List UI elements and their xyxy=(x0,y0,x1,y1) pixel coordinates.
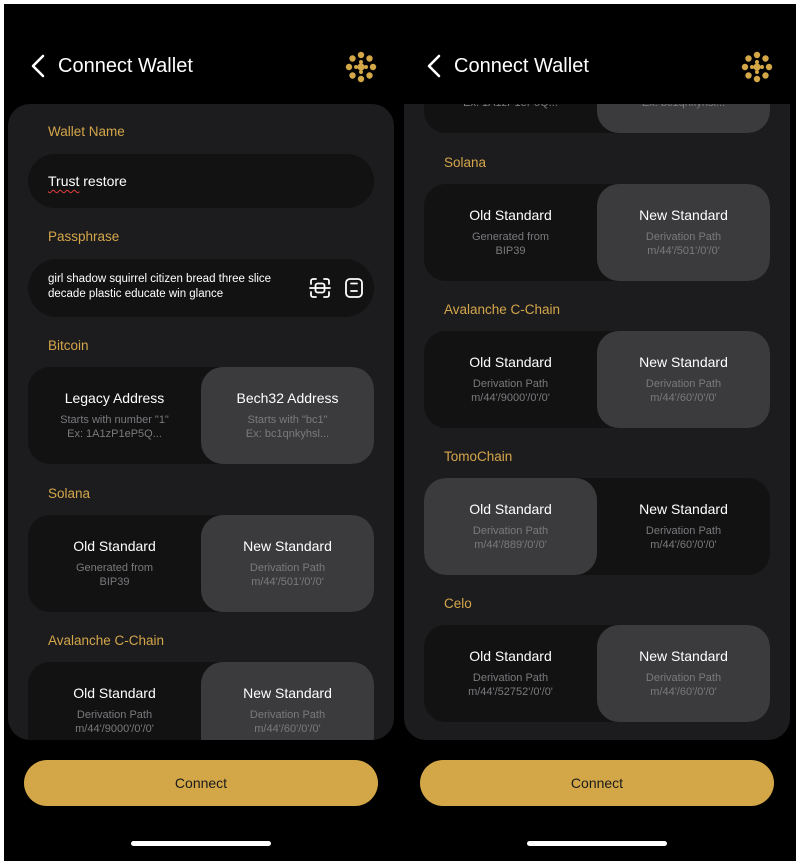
option-title: Old Standard xyxy=(469,648,552,664)
solana-option-new[interactable]: New Standard Derivation Path m/44'/501'/… xyxy=(201,515,374,612)
bitcoin-option-legacy[interactable]: Legacy Address Starts with number "1" Ex… xyxy=(28,367,201,464)
header: Connect Wallet xyxy=(400,48,794,84)
passphrase-label: Passphrase xyxy=(48,229,120,244)
tomochain-label: TomoChain xyxy=(444,449,513,464)
option-desc: Derivation Path m/44'/889'/0'/0' xyxy=(472,525,549,551)
solana-selector: Old Standard Generated from BIP39 New St… xyxy=(424,184,770,281)
screen-left: Connect Wallet Wallet Name Trust restore… xyxy=(4,4,398,861)
option-desc: Derivation Path m/44'/9000'/0'/0' xyxy=(75,709,154,735)
home-indicator[interactable] xyxy=(131,841,271,846)
dots-logo-icon[interactable] xyxy=(740,50,774,84)
avalanche-option-old[interactable]: Old Standard Derivation Path m/44'/9000'… xyxy=(28,662,201,740)
option-desc: Generated from BIP39 xyxy=(75,562,154,588)
option-title: Old Standard xyxy=(73,538,156,554)
option-title: New Standard xyxy=(639,207,728,223)
option-desc: Derivation Path m/44'/60'/0'/0' xyxy=(645,672,722,698)
tomochain-selector: Old Standard Derivation Path m/44'/889'/… xyxy=(424,478,770,575)
form-panel: Wallet Name Trust restore Passphrase gir… xyxy=(8,104,394,740)
solana-label: Solana xyxy=(444,155,487,170)
wallet-name-input[interactable]: Trust restore xyxy=(28,154,374,208)
connect-button[interactable]: Connect xyxy=(420,760,774,806)
celo-selector: Old Standard Derivation Path m/44'/52752… xyxy=(424,625,770,722)
option-title: New Standard xyxy=(639,501,728,517)
celo-option-new[interactable]: New Standard Derivation Path m/44'/60'/0… xyxy=(597,625,770,722)
avalanche-option-old[interactable]: Old Standard Derivation Path m/44'/9000'… xyxy=(424,331,597,428)
option-title: New Standard xyxy=(243,685,332,701)
tomochain-option-new[interactable]: New Standard Derivation Path m/44'/60'/0… xyxy=(597,478,770,575)
wallet-name-label: Wallet Name xyxy=(48,124,125,139)
option-desc: Derivation Path m/44'/9000'/0'/0' xyxy=(471,378,550,404)
solana-label: Solana xyxy=(48,486,91,501)
option-desc: Derivation Path m/44'/60'/0'/0' xyxy=(645,525,722,551)
bitcoin-option-legacy[interactable]: Legacy Address Starts with number "1" Ex… xyxy=(424,104,597,133)
avalanche-label: Avalanche C-Chain xyxy=(48,633,165,648)
passphrase-input[interactable]: girl shadow squirrel citizen bread three… xyxy=(28,259,374,317)
option-desc: Starts with "bc1" Ex: bc1qnkyhsl... xyxy=(245,414,330,440)
avalanche-option-new[interactable]: New Standard Derivation Path m/44'/60'/0… xyxy=(597,331,770,428)
solana-selector: Old Standard Generated from BIP39 New St… xyxy=(28,515,374,612)
scan-icon[interactable] xyxy=(308,276,332,300)
option-desc: Starts with number "1" Ex: 1A1zP1eP5Q... xyxy=(60,414,169,440)
option-desc: Derivation Path m/44'/60'/0'/0' xyxy=(249,709,326,735)
header: Connect Wallet xyxy=(4,48,398,84)
option-title: Old Standard xyxy=(469,207,552,223)
option-desc: Starts with "bc1" Ex: bc1qnkyhsl... xyxy=(597,104,770,110)
wallet-name-flagged-word: Trust xyxy=(48,173,80,189)
option-title: Old Standard xyxy=(469,501,552,517)
page-title: Connect Wallet xyxy=(58,55,193,77)
bitcoin-option-bech32[interactable]: Bech32 Address Starts with "bc1" Ex: bc1… xyxy=(201,367,374,464)
solana-option-old[interactable]: Old Standard Generated from BIP39 xyxy=(28,515,201,612)
avalanche-selector: Old Standard Derivation Path m/44'/9000'… xyxy=(424,331,770,428)
bitcoin-selector: Legacy Address Starts with number "1" Ex… xyxy=(424,104,770,133)
back-chevron-icon[interactable] xyxy=(424,54,446,78)
option-title: Legacy Address xyxy=(64,390,165,406)
avalanche-selector: Old Standard Derivation Path m/44'/9000'… xyxy=(28,662,374,740)
avalanche-label: Avalanche C-Chain xyxy=(444,302,561,317)
passphrase-text: girl shadow squirrel citizen bread three… xyxy=(48,273,272,300)
option-title: New Standard xyxy=(639,648,728,664)
option-title: Old Standard xyxy=(469,354,552,370)
option-title: Bech32 Address xyxy=(236,390,339,406)
option-desc: Derivation Path m/44'/52752'/0'/0' xyxy=(468,672,553,698)
screen-right: Connect Wallet Legacy Address Starts wit… xyxy=(400,4,794,861)
device-frame: Connect Wallet Wallet Name Trust restore… xyxy=(4,4,796,861)
option-title: New Standard xyxy=(639,354,728,370)
avalanche-option-new[interactable]: New Standard Derivation Path m/44'/60'/0… xyxy=(201,662,374,740)
back-chevron-icon[interactable] xyxy=(28,54,50,78)
option-desc: Derivation Path m/44'/60'/0'/0' xyxy=(645,378,722,404)
clipboard-icon[interactable] xyxy=(342,276,366,300)
option-desc: Generated from BIP39 xyxy=(471,231,550,257)
solana-option-old[interactable]: Old Standard Generated from BIP39 xyxy=(424,184,597,281)
bitcoin-option-bech32[interactable]: Bech32 Address Starts with "bc1" Ex: bc1… xyxy=(597,104,770,133)
option-desc: Derivation Path m/44'/501'/0'/0' xyxy=(249,562,326,588)
bitcoin-label: Bitcoin xyxy=(48,338,89,353)
option-desc: Derivation Path m/44'/501'/0'/0' xyxy=(645,231,722,257)
solana-option-new[interactable]: New Standard Derivation Path m/44'/501'/… xyxy=(597,184,770,281)
wallet-name-rest: restore xyxy=(79,173,127,189)
option-title: New Standard xyxy=(243,538,332,554)
celo-option-old[interactable]: Old Standard Derivation Path m/44'/52752… xyxy=(424,625,597,722)
dots-logo-icon[interactable] xyxy=(344,50,378,84)
page-title: Connect Wallet xyxy=(454,55,589,77)
connect-button[interactable]: Connect xyxy=(24,760,378,806)
celo-label: Celo xyxy=(444,596,472,611)
home-indicator[interactable] xyxy=(527,841,667,846)
option-desc: Starts with number "1" Ex: 1A1zP1eP5Q... xyxy=(424,104,597,110)
option-title: Old Standard xyxy=(73,685,156,701)
form-panel-scrolled: Legacy Address Starts with number "1" Ex… xyxy=(404,104,790,740)
tomochain-option-old[interactable]: Old Standard Derivation Path m/44'/889'/… xyxy=(424,478,597,575)
bitcoin-selector: Legacy Address Starts with number "1" Ex… xyxy=(28,367,374,464)
